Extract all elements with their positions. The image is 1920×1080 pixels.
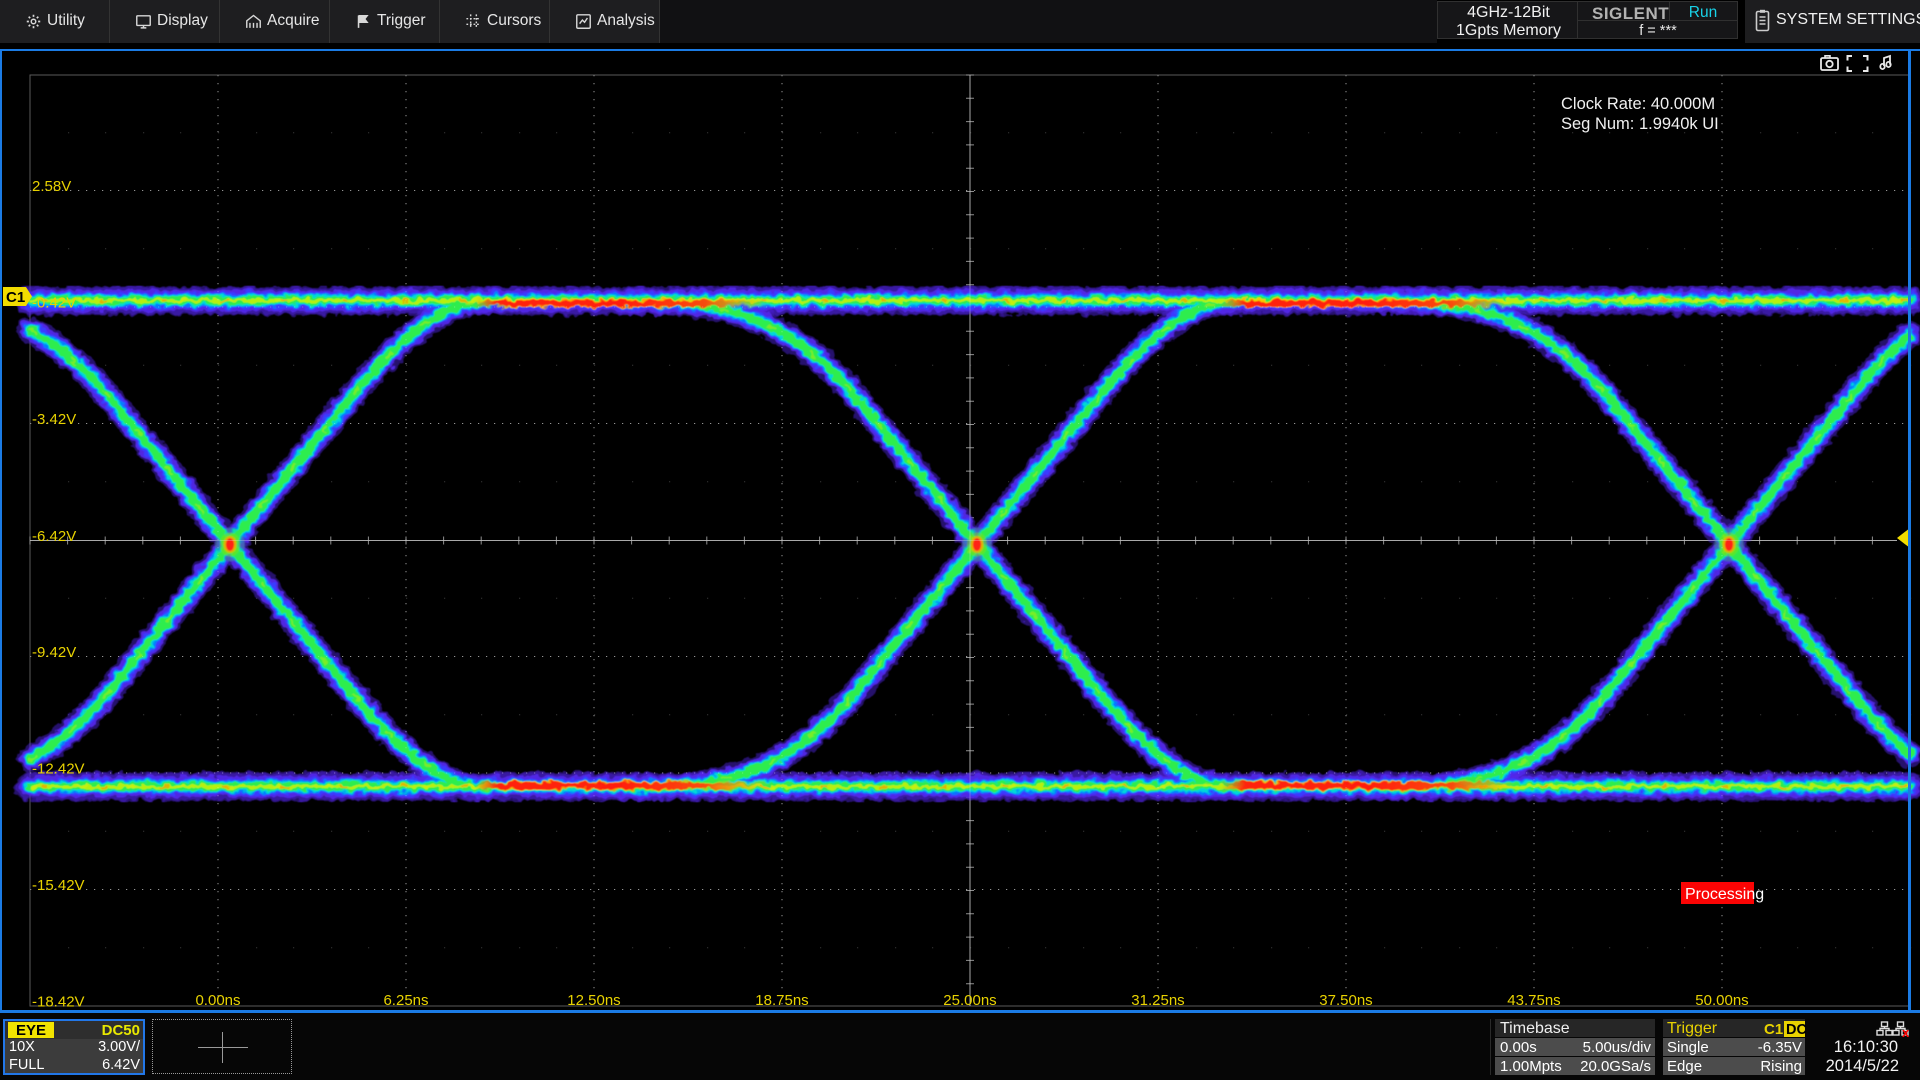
svg-text:-15.42V: -15.42V — [32, 877, 85, 894]
svg-text:C1: C1 — [6, 289, 25, 306]
svg-text:-9.42V: -9.42V — [32, 644, 76, 661]
svg-text:18.75ns: 18.75ns — [755, 992, 808, 1009]
svg-text:50.00ns: 50.00ns — [1695, 992, 1748, 1009]
svg-text:-12.42V: -12.42V — [32, 761, 85, 778]
svg-text:2.58V: 2.58V — [32, 178, 71, 195]
svg-text:43.75ns: 43.75ns — [1507, 992, 1560, 1009]
svg-text:-18.42V: -18.42V — [32, 994, 85, 1011]
svg-text:25.00ns: 25.00ns — [943, 992, 996, 1009]
svg-text:Clock Rate: 40.000M: Clock Rate: 40.000M — [1561, 95, 1715, 113]
svg-text:Processing: Processing — [1685, 886, 1764, 903]
svg-text:37.50ns: 37.50ns — [1319, 992, 1372, 1009]
svg-text:-0.42V: -0.42V — [32, 295, 76, 312]
svg-text:31.25ns: 31.25ns — [1131, 992, 1184, 1009]
svg-text:Seg Num: 1.9940k UI: Seg Num: 1.9940k UI — [1561, 115, 1719, 133]
svg-text:-3.42V: -3.42V — [32, 411, 76, 428]
svg-text:x: x — [1902, 1025, 1910, 1037]
svg-text:0.00ns: 0.00ns — [195, 992, 240, 1009]
svg-text:-6.42V: -6.42V — [32, 528, 76, 545]
svg-text:6.25ns: 6.25ns — [383, 992, 428, 1009]
svg-text:12.50ns: 12.50ns — [567, 992, 620, 1009]
